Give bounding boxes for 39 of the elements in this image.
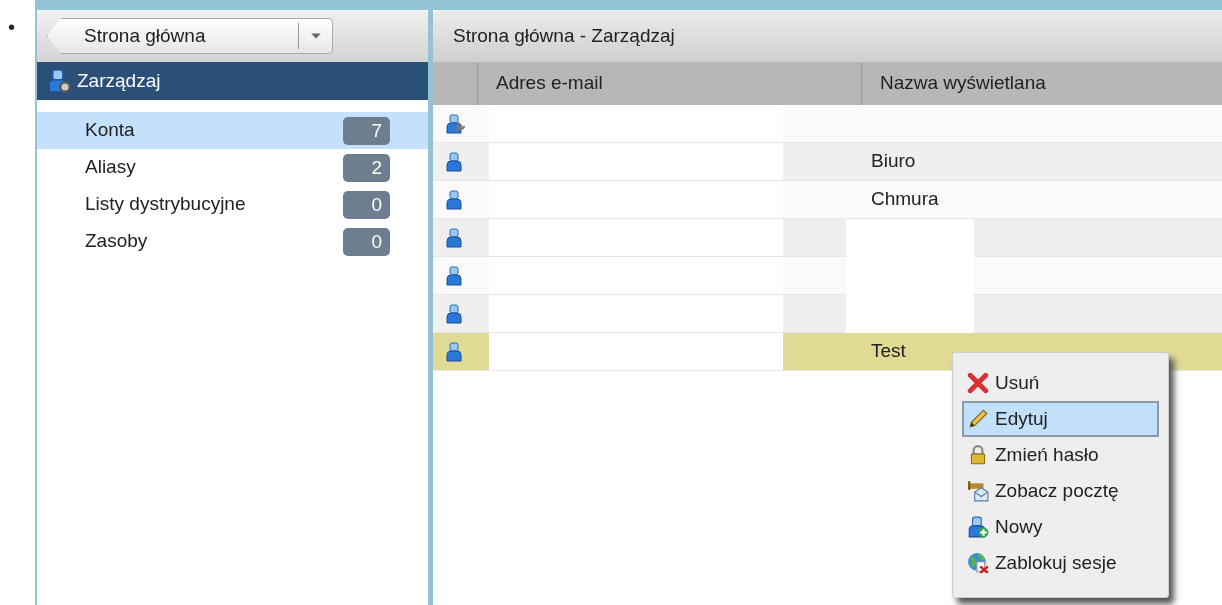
breadcrumb-button[interactable]: Strona główna (47, 18, 333, 54)
pencil-icon (967, 408, 989, 430)
globe-block-icon (967, 552, 989, 574)
mailbox-envelope-icon (967, 480, 989, 502)
section-title: Zarządzaj (77, 68, 161, 93)
table-cell-text: Chmura (870, 187, 940, 212)
table-row[interactable]: Biuro (433, 143, 1222, 181)
count-badge: 7 (343, 116, 390, 145)
sidebar-item[interactable]: Zasoby 0 (37, 223, 428, 260)
menu-item[interactable]: Zablokuj sesje (962, 545, 1159, 581)
count-badge: 0 (343, 227, 390, 256)
user-icon (445, 226, 465, 249)
sidebar-item[interactable]: Listy dystrybucyjne 0 (37, 186, 428, 223)
panel-title: Strona główna - Zarządzaj (433, 10, 1222, 62)
user-icon (445, 264, 465, 287)
menu-item[interactable]: Zmień hasło (962, 437, 1159, 473)
table-row[interactable]: Chmura (433, 181, 1222, 219)
delete-icon (967, 372, 989, 394)
user-icon (445, 150, 465, 173)
user-gear-icon (47, 69, 71, 93)
table-cell-text: Biuro (870, 149, 917, 174)
sidebar-item[interactable]: Konta 7 (37, 112, 428, 149)
table-row[interactable] (433, 219, 1222, 257)
table-row[interactable] (433, 295, 1222, 333)
count-badge: 0 (343, 190, 390, 219)
menu-item[interactable]: Nowy (962, 509, 1159, 545)
table-row[interactable] (433, 105, 1222, 143)
user-icon (445, 188, 465, 211)
user-icon (445, 340, 465, 363)
sidebar-item[interactable]: Aliasy 2 (37, 149, 428, 186)
user-icon (445, 302, 465, 325)
menu-item[interactable]: Zobacz pocztę (962, 473, 1159, 509)
bullet-mark: • (7, 15, 16, 40)
user-add-icon (967, 516, 989, 538)
count-badge: 2 (343, 153, 390, 182)
table-row[interactable] (433, 257, 1222, 295)
table-cell-text: Test (870, 339, 907, 364)
user-wrench-icon (445, 112, 465, 135)
menu-item[interactable]: Edytuj (962, 401, 1159, 437)
